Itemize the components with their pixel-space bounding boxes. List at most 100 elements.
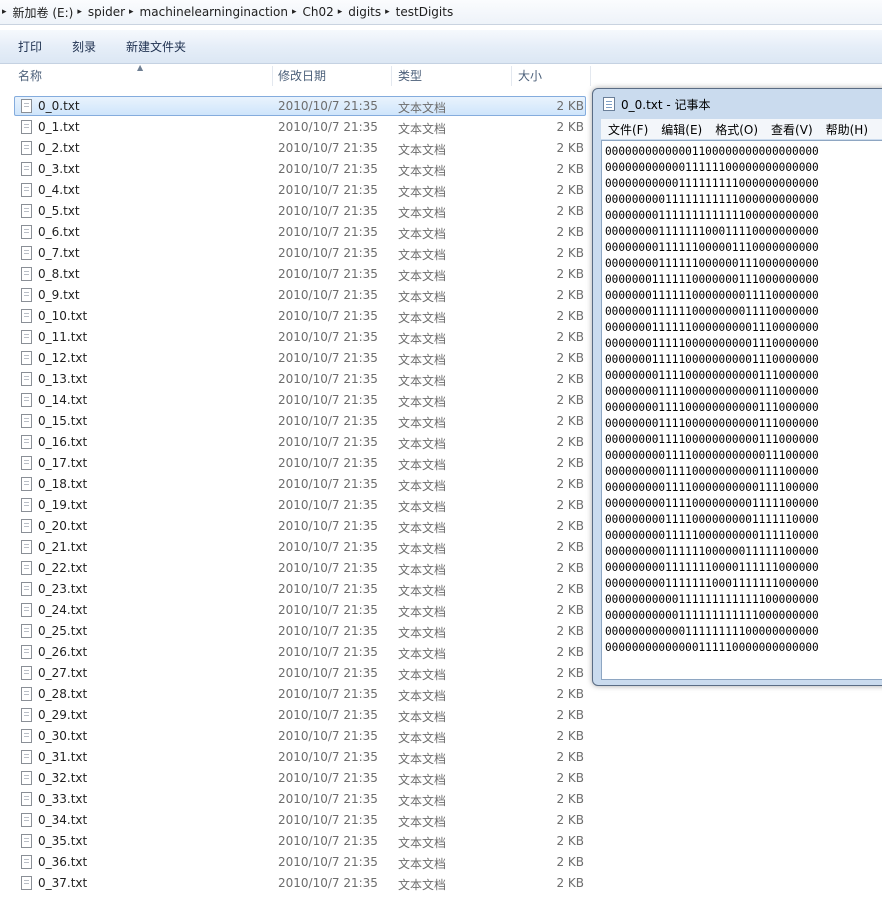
- file-row[interactable]: 0_18.txt 2010/10/7 21:35 文本文档 2 KB: [0, 474, 592, 495]
- file-row[interactable]: 0_1.txt 2010/10/7 21:35 文本文档 2 KB: [0, 117, 592, 138]
- breadcrumb-item[interactable]: Ch02: [302, 0, 333, 24]
- file-date: 2010/10/7 21:35: [278, 225, 378, 239]
- breadcrumb-chevron-icon[interactable]: ▸: [129, 7, 134, 17]
- breadcrumb-item[interactable]: spider: [88, 0, 125, 24]
- column-divider[interactable]: [511, 66, 512, 86]
- file-row[interactable]: 0_26.txt 2010/10/7 21:35 文本文档 2 KB: [0, 642, 592, 663]
- file-size: 2 KB: [556, 708, 584, 722]
- breadcrumb-chevron-icon[interactable]: ▸: [385, 7, 390, 17]
- breadcrumb-item[interactable]: testDigits: [396, 0, 454, 24]
- file-date: 2010/10/7 21:35: [278, 456, 378, 470]
- text-file-icon: [21, 141, 32, 155]
- breadcrumb-item[interactable]: machinelearninginaction: [140, 0, 288, 24]
- file-row[interactable]: 0_19.txt 2010/10/7 21:35 文本文档 2 KB: [0, 495, 592, 516]
- notepad-menu-item[interactable]: 编辑(E): [661, 121, 702, 138]
- address-bar[interactable]: ▸ 新加卷 (E:) ▸ spider ▸ machinelearninginaction…: [0, 0, 882, 25]
- notepad-menu-item[interactable]: 文件(F): [608, 121, 648, 138]
- file-row[interactable]: 0_10.txt 2010/10/7 21:35 文本文档 2 KB: [0, 306, 592, 327]
- file-row[interactable]: 0_21.txt 2010/10/7 21:35 文本文档 2 KB: [0, 537, 592, 558]
- file-row[interactable]: 0_16.txt 2010/10/7 21:35 文本文档 2 KB: [0, 432, 592, 453]
- notepad-window[interactable]: 0_0.txt - 记事本 文件(F) 编辑(E) 格式(O) 查看(V) 帮助(H) …: [592, 88, 882, 686]
- print-button[interactable]: 打印: [0, 38, 42, 55]
- file-row[interactable]: 0_3.txt 2010/10/7 21:35 文本文档 2 KB: [0, 159, 592, 180]
- file-row[interactable]: 0_4.txt 2010/10/7 21:35 文本文档 2 KB: [0, 180, 592, 201]
- file-row[interactable]: 0_6.txt 2010/10/7 21:35 文本文档 2 KB: [0, 222, 592, 243]
- column-header-name[interactable]: 名称: [18, 64, 42, 88]
- file-row[interactable]: 0_23.txt 2010/10/7 21:35 文本文档 2 KB: [0, 579, 592, 600]
- file-row[interactable]: 0_20.txt 2010/10/7 21:35 文本文档 2 KB: [0, 516, 592, 537]
- file-size: 2 KB: [556, 624, 584, 638]
- file-size: 2 KB: [556, 855, 584, 869]
- file-row[interactable]: 0_30.txt 2010/10/7 21:35 文本文档 2 KB: [0, 726, 592, 747]
- file-type: 文本文档: [398, 857, 447, 871]
- file-size: 2 KB: [556, 456, 584, 470]
- column-divider[interactable]: [590, 66, 591, 86]
- file-row[interactable]: 0_34.txt 2010/10/7 21:35 文本文档 2 KB: [0, 810, 592, 831]
- file-type: 文本文档: [398, 626, 447, 640]
- file-type: 文本文档: [398, 101, 447, 115]
- file-row[interactable]: 0_22.txt 2010/10/7 21:35 文本文档 2 KB: [0, 558, 592, 579]
- text-file-icon: [21, 582, 32, 596]
- file-type: 文本文档: [398, 794, 447, 808]
- file-date: 2010/10/7 21:35: [278, 162, 378, 176]
- column-divider[interactable]: [272, 66, 273, 86]
- file-row[interactable]: 0_8.txt 2010/10/7 21:35 文本文档 2 KB: [0, 264, 592, 285]
- file-size: 2 KB: [556, 162, 584, 176]
- file-size: 2 KB: [556, 267, 584, 281]
- file-size: 2 KB: [556, 876, 584, 890]
- notepad-menu-item[interactable]: 帮助(H): [826, 121, 868, 138]
- file-row[interactable]: 0_24.txt 2010/10/7 21:35 文本文档 2 KB: [0, 600, 592, 621]
- notepad-text-area[interactable]: 00000000000001100000000000000000 00000000…: [601, 140, 882, 680]
- file-row[interactable]: 0_28.txt 2010/10/7 21:35 文本文档 2 KB: [0, 684, 592, 705]
- file-row[interactable]: 0_15.txt 2010/10/7 21:35 文本文档 2 KB: [0, 411, 592, 432]
- file-type: 文本文档: [398, 542, 447, 556]
- breadcrumb-item[interactable]: 新加卷 (E:): [13, 0, 74, 24]
- text-file-icon: [21, 876, 32, 890]
- file-row[interactable]: 0_35.txt 2010/10/7 21:35 文本文档 2 KB: [0, 831, 592, 852]
- file-row[interactable]: 0_5.txt 2010/10/7 21:35 文本文档 2 KB: [0, 201, 592, 222]
- text-file-icon: [21, 855, 32, 869]
- file-row[interactable]: 0_31.txt 2010/10/7 21:35 文本文档 2 KB: [0, 747, 592, 768]
- file-name: 0_29.txt: [38, 708, 88, 722]
- file-row[interactable]: 0_7.txt 2010/10/7 21:35 文本文档 2 KB: [0, 243, 592, 264]
- file-row[interactable]: 0_12.txt 2010/10/7 21:35 文本文档 2 KB: [0, 348, 592, 369]
- notepad-menu-item[interactable]: 查看(V): [771, 121, 813, 138]
- file-row[interactable]: 0_9.txt 2010/10/7 21:35 文本文档 2 KB: [0, 285, 592, 306]
- file-row[interactable]: 0_29.txt 2010/10/7 21:35 文本文档 2 KB: [0, 705, 592, 726]
- file-row[interactable]: 0_32.txt 2010/10/7 21:35 文本文档 2 KB: [0, 768, 592, 789]
- column-divider[interactable]: [391, 66, 392, 86]
- file-row[interactable]: 0_14.txt 2010/10/7 21:35 文本文档 2 KB: [0, 390, 592, 411]
- file-row[interactable]: 0_2.txt 2010/10/7 21:35 文本文档 2 KB: [0, 138, 592, 159]
- column-header-date[interactable]: 修改日期: [278, 64, 326, 88]
- breadcrumb-chevron-icon[interactable]: ▸: [292, 7, 297, 17]
- notepad-title-bar[interactable]: 0_0.txt - 记事本: [603, 95, 711, 113]
- file-date: 2010/10/7 21:35: [278, 267, 378, 281]
- file-row[interactable]: 0_11.txt 2010/10/7 21:35 文本文档 2 KB: [0, 327, 592, 348]
- file-row[interactable]: 0_36.txt 2010/10/7 21:35 文本文档 2 KB: [0, 852, 592, 873]
- column-header-type[interactable]: 类型: [398, 64, 422, 88]
- file-row[interactable]: 0_13.txt 2010/10/7 21:35 文本文档 2 KB: [0, 369, 592, 390]
- column-header-size[interactable]: 大小: [518, 64, 542, 88]
- new-folder-button[interactable]: 新建文件夹: [108, 38, 186, 55]
- file-row[interactable]: 0_33.txt 2010/10/7 21:35 文本文档 2 KB: [0, 789, 592, 810]
- breadcrumb-chevron-icon[interactable]: ▸: [77, 7, 82, 17]
- burn-button[interactable]: 刻录: [54, 38, 96, 55]
- file-size: 2 KB: [556, 372, 584, 386]
- file-row[interactable]: 0_17.txt 2010/10/7 21:35 文本文档 2 KB: [0, 453, 592, 474]
- notepad-menu-item[interactable]: 格式(O): [715, 121, 758, 138]
- file-name: 0_1.txt: [38, 120, 80, 134]
- file-date: 2010/10/7 21:35: [278, 771, 378, 785]
- file-row[interactable]: 0_37.txt 2010/10/7 21:35 文本文档 2 KB: [0, 873, 592, 894]
- file-row[interactable]: 0_0.txt 2010/10/7 21:35 文本文档 2 KB: [0, 96, 592, 117]
- breadcrumb-item[interactable]: digits: [348, 0, 381, 24]
- file-row[interactable]: 0_27.txt 2010/10/7 21:35 文本文档 2 KB: [0, 663, 592, 684]
- breadcrumb-chevron-icon[interactable]: ▸: [2, 7, 7, 17]
- file-size: 2 KB: [556, 750, 584, 764]
- breadcrumb-chevron-icon[interactable]: ▸: [338, 7, 343, 17]
- file-type: 文本文档: [398, 815, 447, 829]
- file-type: 文本文档: [398, 710, 447, 724]
- file-name: 0_19.txt: [38, 498, 88, 512]
- file-row[interactable]: 0_25.txt 2010/10/7 21:35 文本文档 2 KB: [0, 621, 592, 642]
- file-type: 文本文档: [398, 185, 447, 199]
- file-name: 0_18.txt: [38, 477, 88, 491]
